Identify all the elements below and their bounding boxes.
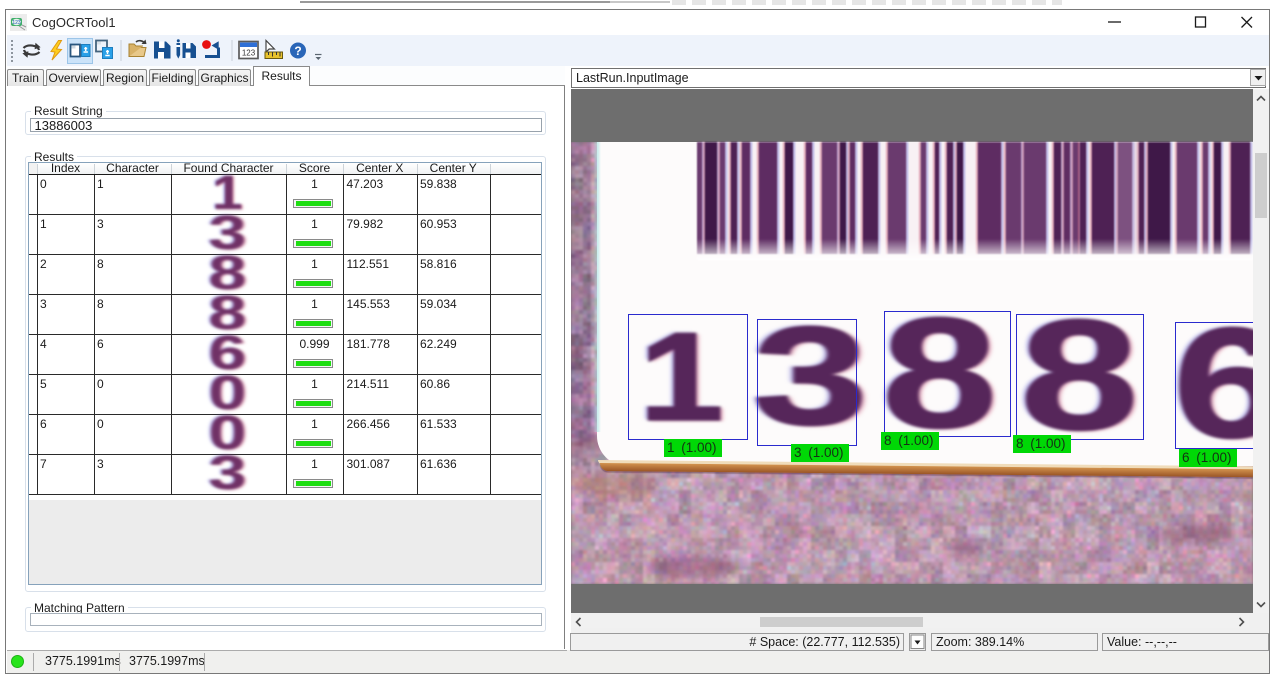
svg-text:123: 123 xyxy=(242,49,256,58)
svg-text:?: ? xyxy=(294,44,301,58)
svg-text:123: 123 xyxy=(12,20,21,26)
